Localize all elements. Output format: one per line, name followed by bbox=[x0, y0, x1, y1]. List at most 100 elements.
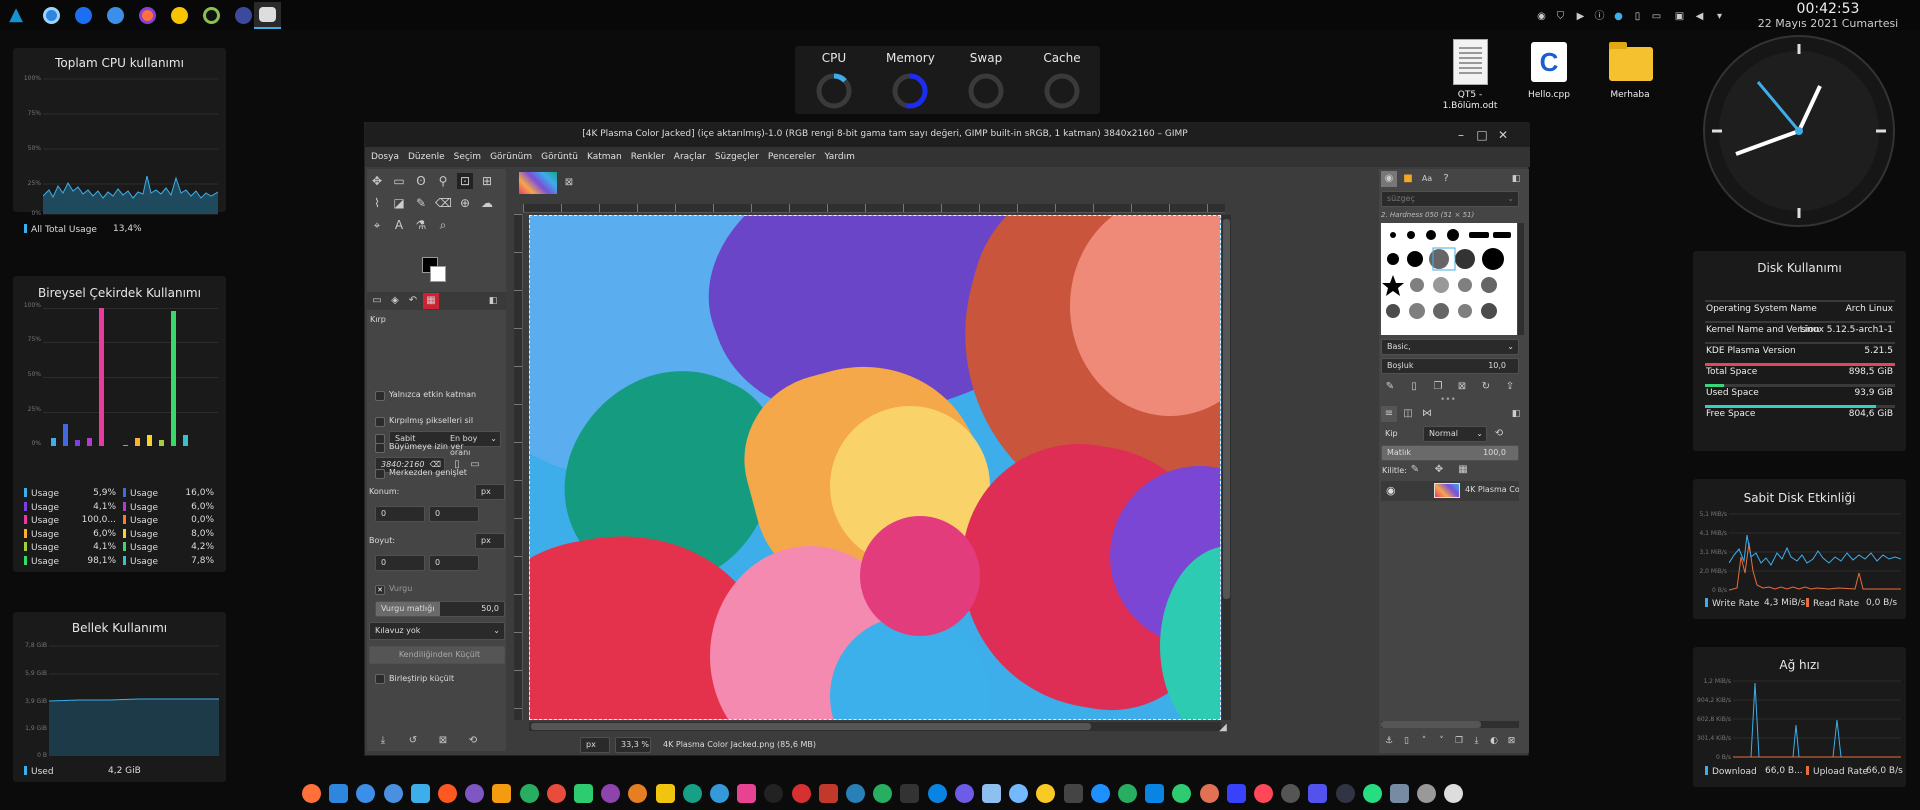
tray-clipboard-icon[interactable]: ▯ bbox=[1632, 11, 1643, 22]
dock-app-31-icon[interactable] bbox=[1118, 784, 1137, 803]
eraser-icon[interactable]: ⌫ bbox=[435, 195, 452, 211]
smudge-icon[interactable]: ☁ bbox=[479, 195, 495, 211]
dock-app-41-icon[interactable] bbox=[1390, 784, 1409, 803]
unit-select[interactable]: px bbox=[580, 737, 610, 753]
zoom-select[interactable]: 33,3 % bbox=[615, 737, 651, 753]
dock-app-36-icon[interactable] bbox=[1254, 784, 1273, 803]
edit-brush-icon[interactable]: ✎ bbox=[1382, 379, 1398, 395]
position-x-input[interactable]: 0 bbox=[375, 506, 425, 522]
mask-icon[interactable]: ◐ bbox=[1486, 733, 1502, 749]
tray-user-icon[interactable]: ● bbox=[1613, 11, 1624, 22]
dock-app-24-icon[interactable] bbox=[927, 784, 947, 803]
duplicate-layer-icon[interactable]: ❐ bbox=[1451, 733, 1467, 749]
bucket-fill-icon[interactable]: ◪ bbox=[391, 195, 407, 211]
dock-app-10-icon[interactable] bbox=[546, 784, 566, 803]
open-brush-icon[interactable]: ⇪ bbox=[1502, 379, 1518, 395]
dock-app-38-icon[interactable] bbox=[1308, 784, 1328, 803]
tab-tool-options-icon[interactable]: ▭ bbox=[369, 293, 385, 309]
clone-icon[interactable]: ⊕ bbox=[457, 195, 473, 211]
dock-app-4-icon[interactable] bbox=[383, 784, 403, 803]
paths-tab-icon[interactable]: ⋈ bbox=[1419, 406, 1435, 422]
highlight-checkbox[interactable]: ✕ bbox=[375, 585, 385, 595]
dock-app-32-icon[interactable] bbox=[1145, 784, 1165, 803]
lasso-icon[interactable]: ʘ bbox=[413, 173, 429, 189]
menu-11[interactable]: Yardım bbox=[825, 152, 855, 162]
dock-app-9-icon[interactable] bbox=[519, 784, 539, 803]
dock-menu-icon[interactable]: ◧ bbox=[1508, 171, 1524, 187]
dock-app-26-icon[interactable] bbox=[982, 784, 1001, 803]
maximize-button[interactable]: □ bbox=[1474, 127, 1490, 143]
vertical-scrollbar[interactable] bbox=[1222, 215, 1231, 720]
tray-play-icon[interactable]: ▶ bbox=[1575, 11, 1586, 22]
taskbar-app-1-icon[interactable] bbox=[43, 7, 60, 24]
dock-app-35-icon[interactable] bbox=[1226, 784, 1246, 803]
dock-app-8-icon[interactable] bbox=[492, 784, 512, 803]
tab-undo-history-icon[interactable]: ↶ bbox=[405, 293, 421, 309]
dock-app-14-icon[interactable] bbox=[655, 784, 675, 803]
dock-app-1-icon[interactable] bbox=[302, 784, 321, 803]
dock-app-16-icon[interactable] bbox=[710, 784, 729, 803]
patterns-tab-icon[interactable]: ■ bbox=[1400, 171, 1416, 187]
image-thumbnail-tab[interactable] bbox=[519, 172, 557, 194]
mode-reset-icon[interactable]: ⟲ bbox=[1491, 426, 1507, 442]
menu-3[interactable]: Seçim bbox=[454, 152, 481, 162]
duplicate-brush-icon[interactable]: ❐ bbox=[1430, 379, 1446, 395]
fonts-tab-icon[interactable]: Aa bbox=[1419, 171, 1435, 187]
menu-10[interactable]: Pencereler bbox=[768, 152, 816, 162]
refresh-brushes-icon[interactable]: ↻ bbox=[1478, 379, 1494, 395]
rect-select-icon[interactable]: ▭ bbox=[391, 173, 407, 189]
position-y-input[interactable]: 0 bbox=[429, 506, 479, 522]
minimize-button[interactable]: – bbox=[1453, 127, 1469, 143]
zoom-tool-icon[interactable]: ⌕ bbox=[435, 217, 451, 233]
gimp-titlebar[interactable]: [4K Plasma Color Jacked] (içe aktarılmış… bbox=[365, 123, 1530, 147]
tray-expand-icon[interactable]: ▾ bbox=[1714, 11, 1725, 22]
menu-1[interactable]: Dosya bbox=[371, 152, 399, 162]
lock-alpha-icon[interactable]: ▦ bbox=[1455, 462, 1471, 478]
spacing-slider[interactable]: Boşluk 10,0 bbox=[1381, 358, 1519, 374]
position-unit-select[interactable]: px bbox=[475, 484, 505, 500]
desktop-icon-cpp[interactable]: C Hello.cpp bbox=[1521, 38, 1577, 104]
menu-6[interactable]: Katman bbox=[587, 152, 622, 162]
fuzzy-select-icon[interactable]: ⚲ bbox=[435, 173, 451, 189]
delete-options-icon[interactable]: ⊠ bbox=[435, 733, 451, 749]
lower-layer-icon[interactable]: ˅ bbox=[1434, 733, 1450, 749]
tray-info-icon[interactable]: ⓘ bbox=[1594, 11, 1605, 22]
dock-app-40-icon[interactable] bbox=[1362, 784, 1382, 803]
taskbar-app-3-icon[interactable] bbox=[107, 7, 124, 24]
tray-network-icon[interactable]: ▣ bbox=[1674, 11, 1685, 22]
dock-app-5-icon[interactable] bbox=[410, 784, 430, 803]
brush-grid[interactable] bbox=[1381, 223, 1517, 335]
reset-options-icon[interactable]: ⟲ bbox=[465, 733, 481, 749]
delete-layer-icon[interactable]: ⊠ bbox=[1504, 733, 1520, 749]
raise-layer-icon[interactable]: ˄ bbox=[1416, 733, 1432, 749]
eye-icon[interactable]: ◉ bbox=[1386, 484, 1396, 497]
new-brush-icon[interactable]: ▯ bbox=[1406, 379, 1422, 395]
taskbar-app-5-icon[interactable] bbox=[171, 7, 188, 24]
option-checkbox[interactable] bbox=[375, 391, 385, 401]
taskbar-app-2-icon[interactable] bbox=[75, 7, 92, 24]
transform-tool-icon[interactable]: ⊞ bbox=[479, 173, 495, 189]
tray-display-icon[interactable]: ▭ bbox=[1651, 11, 1662, 22]
background-color[interactable] bbox=[430, 266, 446, 282]
path-tool-icon[interactable]: ⌖ bbox=[369, 217, 385, 233]
gimp-task-icon[interactable] bbox=[254, 2, 281, 29]
text-tool-icon[interactable]: A bbox=[391, 217, 407, 233]
dock-app-21-icon[interactable] bbox=[846, 784, 865, 803]
navigate-icon[interactable]: ◢ bbox=[1215, 720, 1231, 736]
dock-app-29-icon[interactable] bbox=[1063, 784, 1083, 803]
layer-opacity-slider[interactable]: Matlık 100,0 bbox=[1381, 445, 1519, 461]
menu-8[interactable]: Araçlar bbox=[674, 152, 706, 162]
dock-app-19-icon[interactable] bbox=[791, 784, 811, 803]
horizontal-scrollbar[interactable] bbox=[529, 722, 1221, 731]
dock-app-6-icon[interactable] bbox=[438, 784, 457, 803]
delete-brush-icon[interactable]: ⊠ bbox=[1454, 379, 1470, 395]
dock-app-34-icon[interactable] bbox=[1199, 784, 1219, 803]
layers-scrollbar[interactable] bbox=[1381, 721, 1519, 728]
close-tab-icon[interactable]: ⊠ bbox=[561, 175, 577, 191]
desktop-icon-folder[interactable]: Merhaba bbox=[1600, 38, 1660, 104]
new-layer-icon[interactable]: ▯ bbox=[1399, 733, 1415, 749]
tray-volume-icon[interactable]: ◀ bbox=[1694, 11, 1705, 22]
mode-select[interactable]: Normal ⌄ bbox=[1423, 426, 1487, 442]
brush-grid-scrollbar[interactable] bbox=[1518, 223, 1524, 335]
guides-select[interactable]: Kılavuz yok ⌄ bbox=[369, 622, 505, 640]
